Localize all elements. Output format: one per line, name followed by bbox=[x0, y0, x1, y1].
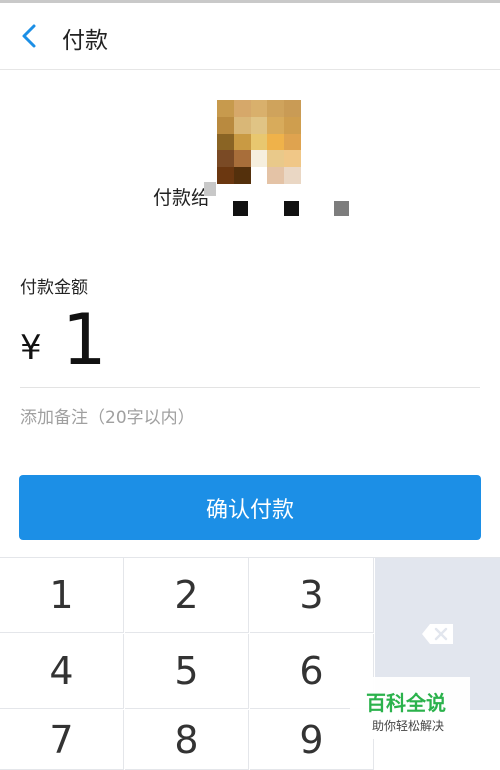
key-8[interactable]: 8 bbox=[125, 710, 249, 770]
key-5[interactable]: 5 bbox=[125, 634, 249, 709]
payee-name-mask bbox=[204, 182, 216, 196]
watermark-title: 百科全说 bbox=[366, 691, 446, 715]
payee-name-mask bbox=[284, 201, 299, 216]
payee-name-mask bbox=[233, 201, 248, 216]
key-1[interactable]: 1 bbox=[0, 558, 124, 633]
confirm-payment-button[interactable]: 确认付款 bbox=[19, 475, 481, 540]
watermark-subtitle: 助你轻松解决 bbox=[372, 719, 445, 733]
remark-field[interactable]: 添加备注（20字以内） bbox=[20, 403, 195, 428]
key-2[interactable]: 2 bbox=[125, 558, 249, 633]
divider bbox=[20, 387, 480, 388]
backspace-icon bbox=[421, 624, 453, 644]
payee-label: 付款给 bbox=[153, 187, 211, 209]
key-7[interactable]: 7 bbox=[0, 710, 124, 770]
back-button[interactable] bbox=[14, 19, 48, 53]
key-3[interactable]: 3 bbox=[250, 558, 374, 633]
key-4[interactable]: 4 bbox=[0, 634, 124, 709]
amount-value: 1 bbox=[62, 299, 107, 381]
amount-label: 付款金额 bbox=[20, 278, 88, 298]
payee-name-mask bbox=[334, 201, 349, 216]
currency-symbol: ¥ bbox=[20, 328, 42, 368]
page-title: 付款 bbox=[62, 28, 108, 54]
payee-avatar bbox=[217, 100, 301, 184]
header-bar: 付款 bbox=[0, 3, 500, 70]
chevron-left-icon bbox=[22, 24, 36, 48]
watermark-logo: 百科全说 助你轻松解决 bbox=[350, 677, 470, 739]
